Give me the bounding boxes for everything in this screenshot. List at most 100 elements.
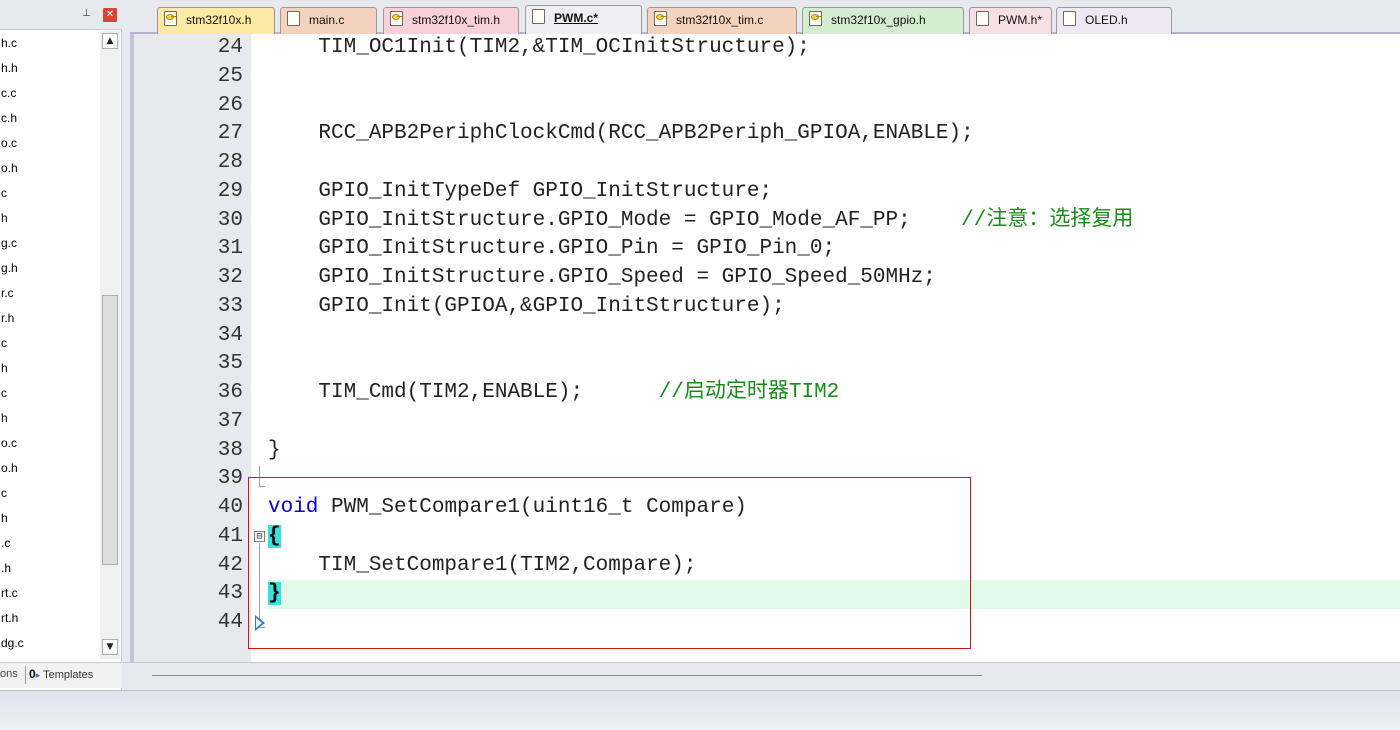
project-file-item[interactable]: g.h [0, 256, 100, 281]
panel-splitter[interactable] [122, 0, 130, 690]
code-line[interactable]: TIM_Cmd(TIM2,ENABLE); //启动定时器TIM2 [268, 379, 1400, 408]
pin-icon[interactable]: ⊥ [82, 8, 91, 20]
code-line[interactable]: GPIO_InitStructure.GPIO_Mode = GPIO_Mode… [268, 207, 1400, 236]
code-line[interactable] [268, 350, 1400, 379]
code-comment: //注意：选择复用 [961, 208, 1134, 232]
line-number: 30 [217, 208, 243, 232]
fold-tick [259, 486, 265, 487]
project-file-item[interactable]: o.h [0, 456, 100, 481]
code-editor[interactable]: 24 25 26 27 28 29 30 31 32 33 34 35 36 37 38 39 40 41 42 43… [130, 34, 1400, 662]
project-panel-header: ⊥ ✕ [0, 0, 122, 30]
code-line[interactable]: TIM_OC1Init(TIM2,&TIM_OCInitStructure); [268, 34, 1400, 63]
code-text: GPIO_InitStructure.GPIO_Mode = GPIO_Mode… [268, 208, 962, 232]
code-line[interactable] [268, 63, 1400, 92]
project-file-item[interactable]: h [0, 406, 100, 431]
tab-stm32f10x-tim-c[interactable]: stm32f10x_tim.c [647, 7, 797, 34]
project-file-item[interactable]: c [0, 381, 100, 406]
project-file-item[interactable]: h.h [0, 56, 100, 81]
code-line[interactable] [268, 609, 1400, 638]
fold-toggle-icon[interactable]: ⊟ [254, 531, 265, 542]
scroll-down-arrow-icon[interactable]: ▼ [102, 639, 118, 655]
tab-label: stm32f10x_tim.h [412, 13, 501, 27]
code-line[interactable] [268, 322, 1400, 351]
tab-functions[interactable]: ons [0, 668, 18, 680]
code-text: GPIO_Init(GPIOA,&GPIO_InitStructure); [268, 294, 785, 318]
editor-tab-bar: stm32f10x.h main.c stm32f10x_tim.h PWM.c* st… [130, 0, 1400, 34]
line-number: 24 [217, 36, 243, 59]
project-file-item[interactable]: rt.c [0, 581, 100, 606]
project-file-item[interactable]: .c [0, 531, 100, 556]
editor-horizontal-scrollbar[interactable] [122, 662, 1400, 690]
tab-label: PWM.c* [554, 11, 599, 25]
key-file-icon [654, 11, 667, 27]
tab-oled-h[interactable]: OLED.h [1056, 7, 1172, 34]
templates-icon: 0 [29, 667, 36, 681]
project-file-item[interactable]: h [0, 206, 100, 231]
code-line[interactable] [268, 149, 1400, 178]
tab-pwm-h[interactable]: PWM.h* [969, 7, 1052, 34]
project-file-item[interactable]: rt.h [0, 606, 100, 631]
code-line[interactable]: TIM_SetCompare1(TIM2,Compare); [268, 552, 1400, 581]
project-file-item[interactable]: c [0, 181, 100, 206]
code-line[interactable]: GPIO_InitStructure.GPIO_Speed = GPIO_Spe… [268, 264, 1400, 293]
project-file-item[interactable]: r.h [0, 306, 100, 331]
key-file-icon [164, 11, 177, 27]
project-file-item[interactable]: g.c [0, 231, 100, 256]
code-line[interactable] [268, 408, 1400, 437]
project-file-item[interactable]: o.c [0, 131, 100, 156]
project-scrollbar[interactable]: ▲ ▼ [100, 31, 120, 659]
code-line[interactable] [268, 465, 1400, 494]
code-text: GPIO_InitTypeDef GPIO_InitStructure; [268, 179, 773, 203]
close-icon[interactable]: ✕ [103, 8, 117, 22]
project-file-item[interactable]: o.c [0, 431, 100, 456]
line-number: 35 [217, 352, 243, 376]
code-text-area[interactable]: TIM_OC1Init(TIM2,&TIM_OCInitStructure); … [268, 34, 1400, 662]
line-number: 44 [217, 611, 243, 634]
line-number: 38 [217, 438, 243, 462]
current-line-arrow-icon [255, 615, 265, 631]
fold-line [259, 466, 260, 486]
project-file-item[interactable]: c [0, 331, 100, 356]
line-number: 29 [217, 179, 243, 203]
code-line[interactable]: GPIO_InitTypeDef GPIO_InitStructure; [268, 178, 1400, 207]
project-file-item[interactable]: h [0, 506, 100, 531]
tab-main-c[interactable]: main.c [280, 7, 377, 34]
tab-templates[interactable]: 0▸ Templates [29, 667, 93, 681]
tab-stm32f10x-gpio-h[interactable]: stm32f10x_gpio.h [802, 7, 964, 34]
code-text: TIM_Cmd(TIM2,ENABLE); [268, 381, 659, 404]
fold-margin: ⊟ [251, 34, 268, 662]
code-line[interactable]: } [268, 437, 1400, 466]
project-file-item[interactable]: .h [0, 556, 100, 581]
line-number: 33 [217, 294, 243, 318]
tab-stm32f10x-tim-h[interactable]: stm32f10x_tim.h [383, 7, 519, 34]
project-file-item[interactable]: c [0, 481, 100, 506]
code-line[interactable]: void PWM_SetCompare1(uint16_t Compare) [268, 494, 1400, 523]
scroll-up-arrow-icon[interactable]: ▲ [102, 33, 118, 49]
scroll-thumb[interactable] [102, 295, 118, 565]
code-line[interactable]: GPIO_Init(GPIOA,&GPIO_InitStructure); [268, 293, 1400, 322]
file-icon [976, 11, 989, 27]
code-line[interactable]: { [268, 523, 1400, 552]
tab-pwm-c[interactable]: PWM.c* [525, 5, 642, 34]
project-bottom-tabs: ons 0▸ Templates [0, 662, 122, 688]
project-file-item[interactable]: c.c [0, 81, 100, 106]
tab-templates-label: Templates [43, 669, 94, 681]
tab-stm32f10x-h[interactable]: stm32f10x.h [157, 7, 275, 34]
code-line[interactable] [268, 92, 1400, 121]
code-line[interactable]: RCC_APB2PeriphClockCmd(RCC_APB2Periph_GP… [268, 120, 1400, 149]
line-number: 42 [217, 553, 243, 577]
line-number: 34 [217, 323, 243, 347]
project-file-item[interactable]: dg.c [0, 631, 100, 656]
project-file-item[interactable]: h.c [0, 31, 100, 56]
project-file-item[interactable]: o.h [0, 156, 100, 181]
project-file-item[interactable]: c.h [0, 106, 100, 131]
templates-arrow-icon: ▸ [35, 670, 41, 680]
project-file-item[interactable]: h [0, 356, 100, 381]
code-text: TIM_OC1Init(TIM2,&TIM_OCInitStructure); [268, 36, 810, 59]
code-line[interactable]: GPIO_InitStructure.GPIO_Pin = GPIO_Pin_0… [268, 235, 1400, 264]
horizontal-scroll-track[interactable] [152, 675, 982, 676]
code-line[interactable]: } [268, 580, 1400, 609]
tab-label: stm32f10x_tim.c [676, 13, 764, 27]
project-file-item[interactable]: r.c [0, 281, 100, 306]
line-numbers: 24 25 26 27 28 29 30 31 32 33 34 35 36 37 38 39 40 41 42 43… [134, 34, 246, 638]
